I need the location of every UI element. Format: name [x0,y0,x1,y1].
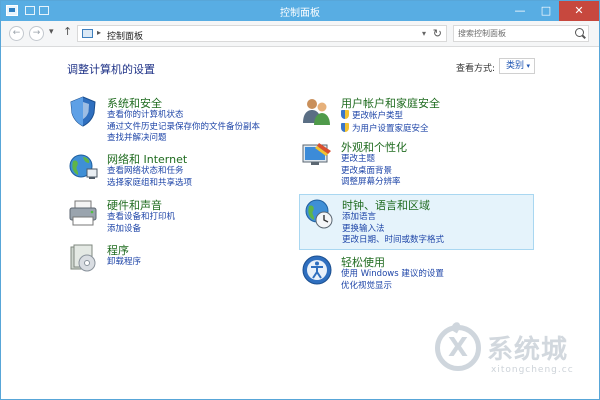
address-dropdown-icon[interactable]: ▾ [422,29,426,38]
network-internet-icon[interactable] [67,151,99,183]
close-button[interactable]: ✕ [559,1,599,21]
forward-button[interactable]: → [29,26,44,41]
link-adjust-resolution[interactable]: 调整屏幕分辨率 [341,177,401,189]
view-by-chevron-down-icon: ▾ [526,62,530,70]
watermark-subtext: xitongcheng.cc [491,365,574,375]
link-change-input-method[interactable]: 更换输入法 [342,224,444,236]
search-box[interactable] [453,25,589,42]
view-by-value: 类别 [506,61,525,71]
category-network-internet: 网络和 Internet 查看网络状态和任务 选择家庭组和共享选项 [67,151,312,191]
view-by-dropdown[interactable]: 类别 ▾ [499,58,535,74]
link-family-safety[interactable]: 为用户设置家庭安全 [341,122,429,136]
up-button[interactable]: ↑ [63,25,72,38]
watermark-x-icon: X [435,325,481,371]
clock-language-region-icon[interactable] [303,198,335,230]
link-uninstall-program[interactable]: 卸载程序 [107,257,141,269]
user-accounts-icon[interactable] [301,95,333,127]
category-system-security: 系统和安全 查看你的计算机状态 通过文件历史记录保存你的文件备份副本 查找并解决… [67,95,312,143]
recent-locations-icon[interactable]: ▾ [49,27,54,37]
minimize-button[interactable]: — [507,1,533,21]
control-panel-window: 控制面板 — □ ✕ ← → ▾ ↑ ▸ 控制面板 ▾ ↻ 调整计算机的设置 查… [0,0,600,400]
link-recommended-settings[interactable]: 使用 Windows 建议的设置 [341,269,444,281]
title-bar: 控制面板 — □ ✕ [1,1,599,21]
link-change-theme[interactable]: 更改主题 [341,154,401,166]
programs-icon[interactable] [67,242,99,274]
search-icon[interactable] [575,28,584,37]
category-title-hardware-sound[interactable]: 硬件和声音 [107,197,162,213]
link-homegroup-sharing[interactable]: 选择家庭组和共享选项 [107,178,192,190]
link-network-status[interactable]: 查看网络状态和任务 [107,166,192,178]
category-title-network-internet[interactable]: 网络和 Internet [107,151,187,167]
link-add-language[interactable]: 添加语言 [342,212,444,224]
category-hardware-sound: 硬件和声音 查看设备和打印机 添加设备 [67,197,312,237]
link-devices-printers[interactable]: 查看设备和打印机 [107,212,175,224]
watermark-text: 系统城 [487,335,569,365]
page-heading: 调整计算机的设置 [67,63,155,76]
link-optimize-visual-display[interactable]: 优化视觉显示 [341,281,444,293]
link-change-desktop-background[interactable]: 更改桌面背景 [341,166,401,178]
address-box[interactable]: ▸ 控制面板 ▾ ↻ [77,25,447,42]
category-user-accounts: 用户帐户和家庭安全 更改帐户类型 为用户设置家庭安全 [301,95,546,135]
link-family-safety-label: 为用户设置家庭安全 [352,123,429,134]
watermark-logo: X 系统城 xitongcheng.cc [433,319,593,395]
system-security-icon[interactable] [67,95,99,127]
breadcrumb-control-panel[interactable]: 控制面板 [107,29,143,42]
category-title-user-accounts[interactable]: 用户帐户和家庭安全 [341,95,440,111]
category-appearance: 外观和个性化 更改主题 更改桌面背景 调整屏幕分辨率 [301,139,546,187]
link-change-account-type-label: 更改帐户类型 [352,111,404,121]
control-panel-icon [82,29,93,38]
link-file-history-backup[interactable]: 通过文件历史记录保存你的文件备份副本 [107,122,260,134]
appearance-icon[interactable] [301,139,333,171]
ease-of-access-icon[interactable] [301,254,333,286]
maximize-button[interactable]: □ [533,1,559,21]
uac-shield-icon [341,110,349,119]
category-title-system-security[interactable]: 系统和安全 [107,95,162,111]
hardware-sound-icon[interactable] [67,197,99,229]
category-title-appearance[interactable]: 外观和个性化 [341,139,407,155]
link-change-date-time-format[interactable]: 更改日期、时间或数字格式 [342,235,444,247]
uac-shield-icon [341,122,349,132]
link-troubleshoot[interactable]: 查找并解决问题 [107,133,260,145]
refresh-icon[interactable]: ↻ [433,27,442,40]
category-ease-of-access: 轻松使用 使用 Windows 建议的设置 优化视觉显示 [301,254,546,294]
category-title-ease-of-access[interactable]: 轻松使用 [341,254,385,270]
address-toolbar: ← → ▾ ↑ ▸ 控制面板 ▾ ↻ [1,21,599,47]
breadcrumb-separator-icon[interactable]: ▸ [97,28,101,37]
link-change-account-type[interactable]: 更改帐户类型 [341,110,429,123]
link-view-computer-status[interactable]: 查看你的计算机状态 [107,110,260,122]
back-button[interactable]: ← [9,26,24,41]
link-add-device[interactable]: 添加设备 [107,224,175,236]
category-title-programs[interactable]: 程序 [107,242,129,258]
search-input[interactable] [454,26,570,41]
category-clock-language-region: 时钟、语言和区域 添加语言 更换输入法 更改日期、时间或数字格式 [299,194,534,250]
category-title-clock-language-region[interactable]: 时钟、语言和区域 [342,197,430,213]
view-by-label: 查看方式: [456,64,496,74]
category-programs: 程序 卸载程序 [67,242,312,276]
